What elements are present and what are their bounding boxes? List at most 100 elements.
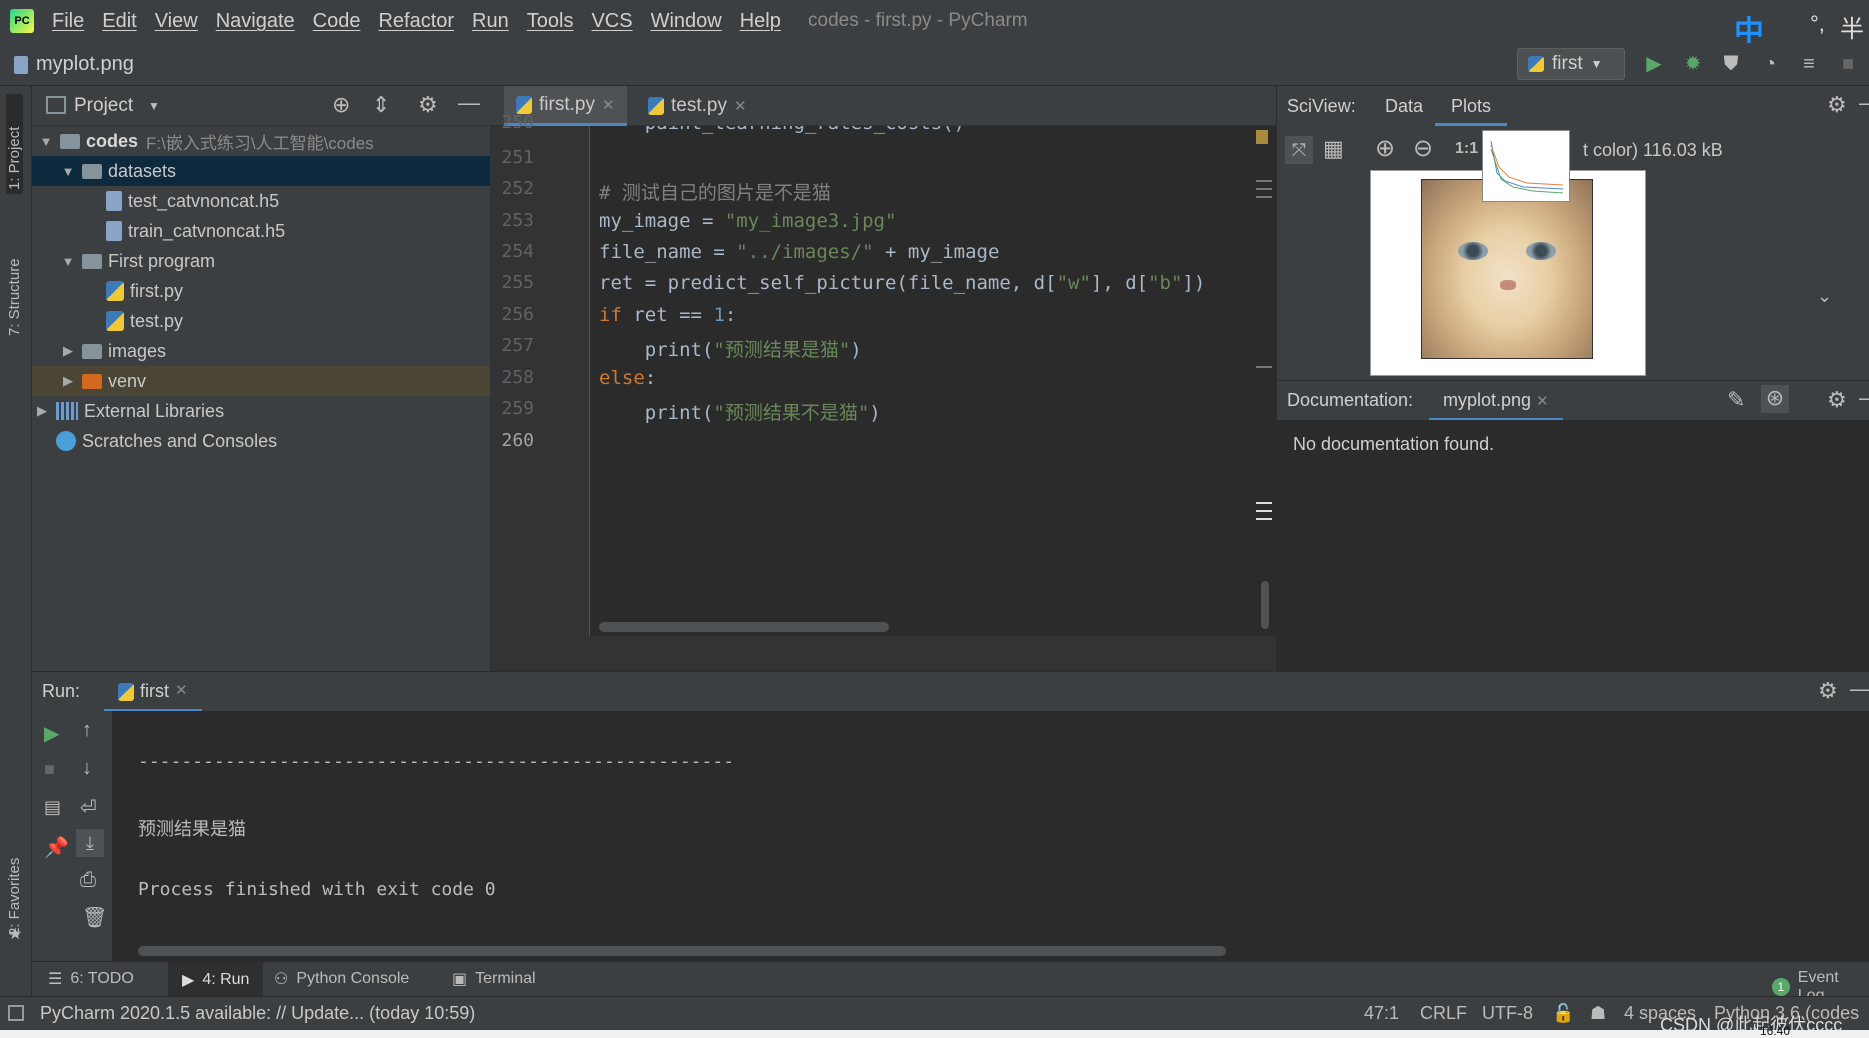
close-icon[interactable]: ✕: [175, 681, 188, 699]
tree-item-train-h5[interactable]: train_catvnoncat.h5: [32, 216, 558, 246]
close-icon[interactable]: ✕: [734, 97, 747, 115]
zoom-out-icon[interactable]: ⊖: [1413, 134, 1433, 163]
run-config-selector[interactable]: first ▼: [1517, 48, 1625, 80]
profile-icon[interactable]: ◔: [1758, 52, 1782, 76]
expand-arrow-icon[interactable]: ▶: [60, 373, 76, 389]
fit-to-window-icon[interactable]: ⤧: [1285, 136, 1313, 164]
rerun-icon[interactable]: ▶: [44, 721, 59, 746]
print-icon[interactable]: ⎙: [80, 869, 96, 892]
run-console-output[interactable]: ----------------------------------------…: [112, 711, 1869, 961]
menu-refactor[interactable]: Refactor: [378, 10, 454, 33]
plot-thumbnail[interactable]: [1482, 130, 1570, 202]
tab-plots[interactable]: Plots: [1435, 86, 1508, 126]
menu-help[interactable]: Help: [740, 10, 781, 33]
zoom-in-icon[interactable]: ⊕: [1375, 134, 1395, 163]
menu-file[interactable]: File: [52, 10, 84, 33]
menu-window[interactable]: Window: [651, 10, 722, 33]
file-encoding[interactable]: UTF-8: [1482, 1003, 1533, 1024]
inspection-status-icon[interactable]: [1256, 130, 1268, 144]
caret-position[interactable]: 47:1: [1364, 1003, 1399, 1024]
stop-icon[interactable]: ■: [1836, 52, 1860, 76]
tree-item-images[interactable]: ▶ images: [32, 336, 518, 366]
grid-icon[interactable]: ▦: [1323, 136, 1344, 162]
menu-vcs[interactable]: VCS: [591, 10, 632, 33]
gear-icon[interactable]: ⚙: [1818, 678, 1838, 704]
tool-terminal[interactable]: ▣ Terminal: [452, 969, 536, 989]
close-icon[interactable]: ✕: [1536, 393, 1549, 410]
project-view-label[interactable]: Project: [74, 95, 133, 117]
tab-doc-myplot[interactable]: myplot.png ✕: [1429, 381, 1563, 421]
expand-arrow-icon[interactable]: ▼: [60, 164, 76, 179]
menu-run[interactable]: Run: [472, 10, 509, 33]
concurrency-icon[interactable]: ≡: [1797, 52, 1821, 76]
arrow-up-icon[interactable]: ↑: [82, 719, 92, 742]
project-tool-tab[interactable]: 1: Project: [6, 94, 23, 194]
edit-source-icon[interactable]: ✎: [1727, 387, 1745, 413]
structure-tool-tab[interactable]: 7: Structure: [6, 226, 23, 336]
close-icon[interactable]: ✕: [602, 96, 615, 114]
expand-arrow-icon[interactable]: ▶: [34, 403, 50, 419]
tree-item-first-py[interactable]: first.py: [32, 276, 558, 306]
gear-icon[interactable]: ⚙: [1827, 92, 1847, 118]
restore-layout-icon[interactable]: ▤: [44, 797, 61, 818]
actual-size-button[interactable]: 1:1: [1455, 140, 1478, 158]
line-separator[interactable]: CRLF: [1420, 1003, 1467, 1024]
pin-icon[interactable]: 📌: [44, 835, 69, 860]
coverage-icon[interactable]: ⛊: [1719, 52, 1743, 76]
tool-todo[interactable]: ☰ 6: TODO: [48, 969, 134, 989]
external-doc-icon[interactable]: ⊛: [1761, 385, 1789, 413]
code-editor[interactable]: paint_learning_rates_costs() # 测试自己的图片是不…: [591, 126, 1276, 636]
tab-run-first[interactable]: first ✕: [104, 672, 202, 712]
tree-item-test-py[interactable]: test.py: [32, 306, 558, 336]
cat-nose: [1500, 280, 1516, 290]
debug-icon[interactable]: ✹: [1681, 52, 1705, 76]
stop-icon[interactable]: ■: [44, 759, 55, 780]
gear-icon[interactable]: ⚙: [1827, 387, 1847, 413]
vertical-scrollbar[interactable]: [1261, 581, 1269, 629]
menu-edit[interactable]: Edit: [102, 10, 136, 33]
tree-item-venv[interactable]: ▶ venv: [32, 366, 518, 396]
chevron-down-icon[interactable]: ▼: [148, 99, 160, 113]
tool-windows-toggle-icon[interactable]: [8, 1005, 24, 1021]
tool-python-console[interactable]: ⚇ Python Console: [274, 969, 409, 989]
scroll-to-end-icon[interactable]: ⤓: [76, 829, 104, 857]
tree-item-external-libraries[interactable]: ▶ External Libraries: [32, 396, 492, 426]
run-icon[interactable]: ▶: [1642, 52, 1666, 76]
tree-item-codes[interactable]: ▼ codes F:\嵌入式练习\人工智能\codes: [32, 126, 496, 156]
tool-run[interactable]: ▶ 4: Run: [168, 962, 264, 997]
tab-test-py[interactable]: test.py ✕: [636, 86, 759, 126]
tree-item-test-h5[interactable]: test_catvnoncat.h5: [32, 186, 558, 216]
hide-icon[interactable]: —: [1850, 676, 1869, 702]
code-line: file_name = "../images/" + my_image: [599, 241, 1000, 263]
tree-item-datasets[interactable]: ▼ datasets: [32, 156, 518, 186]
menu-navigate[interactable]: Navigate: [216, 10, 295, 33]
expand-arrow-icon[interactable]: ▶: [60, 343, 76, 359]
arrow-down-icon[interactable]: ↓: [82, 757, 92, 780]
tab-data[interactable]: Data: [1385, 96, 1423, 117]
breadcrumb-file[interactable]: myplot.png: [36, 53, 134, 76]
ime-width: 半: [1840, 16, 1864, 43]
expand-arrow-icon[interactable]: ▼: [38, 134, 54, 149]
tree-item-first-program[interactable]: ▼ First program: [32, 246, 518, 276]
soft-wrap-icon[interactable]: ⏎: [80, 795, 97, 820]
lock-icon[interactable]: 🔓: [1552, 1003, 1574, 1024]
status-message[interactable]: PyCharm 2020.1.5 available: // Update...…: [40, 1003, 475, 1024]
trash-icon[interactable]: 🗑: [82, 905, 107, 930]
menu-code[interactable]: Code: [313, 10, 361, 33]
expand-arrow-icon[interactable]: ▼: [60, 254, 76, 269]
menu-tools[interactable]: Tools: [527, 10, 574, 33]
gear-icon[interactable]: ⚙: [418, 92, 438, 118]
hide-icon[interactable]: —: [1859, 90, 1869, 116]
horizontal-scrollbar[interactable]: [599, 622, 889, 632]
ime-indicator[interactable]: 中 °, 半: [1730, 3, 1869, 49]
favorites-tool-tab[interactable]: 2: Favorites: [6, 826, 23, 936]
locate-icon[interactable]: ⊕: [332, 92, 350, 118]
hide-icon[interactable]: —: [458, 90, 480, 116]
hide-icon[interactable]: —: [1859, 385, 1869, 411]
inspector-icon[interactable]: ☗: [1590, 1003, 1606, 1024]
tree-item-scratches[interactable]: Scratches and Consoles: [32, 426, 508, 456]
chevron-down-icon[interactable]: ⌄: [1817, 286, 1832, 307]
collapse-all-icon[interactable]: ⇕: [372, 92, 390, 118]
menu-view[interactable]: View: [155, 10, 198, 33]
horizontal-scrollbar[interactable]: [138, 946, 1226, 956]
